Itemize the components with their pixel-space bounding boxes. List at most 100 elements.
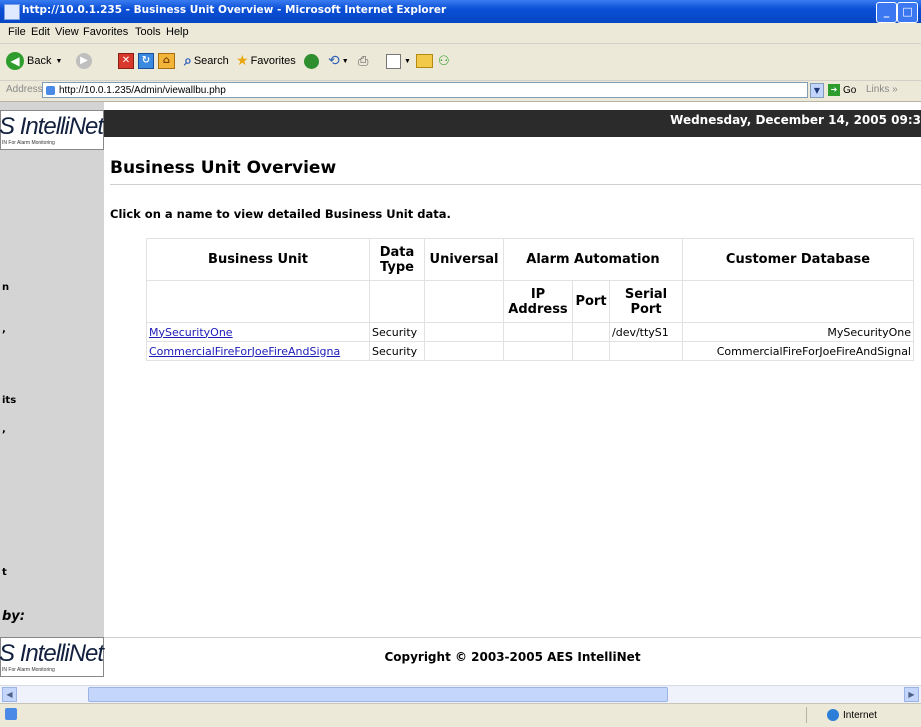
table-row: CommercialFireForJoeFireAndSigna Securit… bbox=[146, 341, 914, 361]
cell-data-type: Security bbox=[369, 341, 425, 361]
links-button[interactable]: Links » bbox=[866, 84, 898, 95]
messenger-icon: ⚇ bbox=[438, 53, 450, 69]
address-bar: Address http://10.0.1.235/Admin/viewallb… bbox=[0, 81, 921, 102]
folder-icon bbox=[416, 54, 433, 68]
links-label: Links bbox=[866, 84, 890, 95]
scroll-left-button[interactable]: ◀ bbox=[2, 687, 17, 702]
menu-bar: File Edit View Favorites Tools Help bbox=[0, 23, 921, 44]
home-icon: ⌂ bbox=[158, 53, 175, 69]
edit-icon bbox=[386, 53, 401, 69]
cell-serial-port bbox=[609, 341, 683, 361]
col-business-unit: Business Unit bbox=[146, 238, 370, 281]
cell-data-type: Security bbox=[369, 322, 425, 342]
header-date: Wednesday, December 14, 2005 09:3 bbox=[670, 113, 921, 127]
table-row: MySecurityOne Security /dev/ttyS1 MySecu… bbox=[146, 322, 914, 342]
col-customer-database: Customer Database bbox=[682, 238, 914, 281]
menu-help[interactable]: Help bbox=[166, 26, 189, 38]
nav-fragment[interactable]: n bbox=[2, 282, 9, 293]
scroll-right-button[interactable]: ▶ bbox=[904, 687, 919, 702]
page-status-icon bbox=[5, 708, 17, 720]
back-label: Back bbox=[27, 55, 52, 67]
back-button[interactable]: ◀ Back ▼ bbox=[6, 50, 62, 72]
cell-ip-address bbox=[503, 322, 573, 342]
copyright-text: Copyright © 2003-2005 AES IntelliNet bbox=[384, 650, 641, 664]
page-content bbox=[0, 102, 921, 660]
forward-button[interactable]: ▶ bbox=[76, 50, 92, 72]
menu-tools[interactable]: Tools bbox=[135, 26, 161, 38]
cell-port bbox=[572, 322, 610, 342]
nav-fragment[interactable]: its bbox=[2, 395, 16, 406]
col-alarm-automation: Alarm Automation bbox=[503, 238, 683, 281]
discuss-button[interactable] bbox=[416, 50, 433, 72]
col-universal: Universal bbox=[424, 238, 504, 281]
byline-label: by: bbox=[2, 609, 25, 624]
star-icon: ★ bbox=[236, 53, 249, 69]
page-title: Business Unit Overview bbox=[110, 158, 337, 178]
edit-button[interactable]: ▼ bbox=[386, 50, 411, 72]
security-zone: Internet bbox=[806, 707, 921, 723]
print-button[interactable]: ⎙ bbox=[358, 50, 368, 72]
logo-name: IntelliNet bbox=[19, 113, 104, 140]
col-serial-port: Serial Port bbox=[609, 280, 683, 323]
minimize-button[interactable]: _ bbox=[876, 2, 897, 23]
refresh-button[interactable]: ↻ bbox=[138, 50, 154, 72]
history-icon: ⟲ bbox=[328, 53, 340, 69]
business-unit-link[interactable]: MySecurityOne bbox=[149, 326, 233, 339]
header-cell-empty bbox=[146, 280, 370, 323]
cell-universal bbox=[424, 341, 504, 361]
logo-tagline: IN For Alarm Monitoring bbox=[2, 667, 55, 673]
address-input[interactable]: http://10.0.1.235/Admin/viewallbu.php bbox=[42, 82, 808, 98]
logo-name: IntelliNet bbox=[19, 640, 104, 667]
ie-page-icon bbox=[4, 4, 20, 20]
cell-customer-database: MySecurityOne bbox=[682, 322, 914, 342]
col-ip-address: IP Address bbox=[503, 280, 573, 323]
nav-fragment[interactable]: t bbox=[2, 567, 7, 578]
forward-arrow-icon: ▶ bbox=[76, 53, 92, 69]
address-url: http://10.0.1.235/Admin/viewallbu.php bbox=[59, 85, 226, 96]
window-titlebar[interactable]: http://10.0.1.235 - Business Unit Overvi… bbox=[0, 0, 921, 23]
cell-ip-address bbox=[503, 341, 573, 361]
menu-edit[interactable]: Edit bbox=[31, 26, 50, 38]
media-icon bbox=[304, 53, 319, 69]
history-button[interactable]: ⟲ ▼ bbox=[328, 50, 349, 72]
search-button[interactable]: ⌕ Search bbox=[184, 50, 229, 72]
header-cell-empty bbox=[424, 280, 504, 323]
media-button[interactable] bbox=[304, 50, 319, 72]
favorites-button[interactable]: ★ Favorites bbox=[236, 50, 296, 72]
logo-prefix: S bbox=[0, 640, 15, 667]
maximize-button[interactable]: □ bbox=[897, 2, 918, 23]
messenger-button[interactable]: ⚇ bbox=[438, 50, 450, 72]
col-port: Port bbox=[572, 280, 610, 323]
logo-text: S IntelliNet bbox=[0, 640, 104, 668]
header-cell-empty bbox=[369, 280, 425, 323]
go-button[interactable]: ➜ Go bbox=[828, 84, 856, 96]
menu-view[interactable]: View bbox=[55, 26, 79, 38]
page-icon bbox=[46, 86, 55, 95]
business-unit-link[interactable]: CommercialFireForJoeFireAndSigna bbox=[149, 345, 340, 358]
cell-serial-port: /dev/ttyS1 bbox=[609, 322, 683, 342]
logo-text: S IntelliNet bbox=[0, 113, 104, 141]
home-button[interactable]: ⌂ bbox=[158, 50, 175, 72]
business-unit-table: Business Unit Data Type Universal Alarm … bbox=[146, 238, 914, 361]
nav-fragment[interactable]: , bbox=[2, 324, 6, 335]
horizontal-scrollbar[interactable]: ◀ ▶ bbox=[0, 685, 921, 703]
print-icon: ⎙ bbox=[358, 53, 369, 69]
cell-business-unit: MySecurityOne bbox=[146, 322, 370, 342]
nav-fragment[interactable]: , bbox=[2, 424, 6, 435]
cell-business-unit: CommercialFireForJoeFireAndSigna bbox=[146, 341, 370, 361]
address-label: Address bbox=[6, 84, 43, 95]
status-bar: Internet bbox=[0, 703, 921, 727]
toolbar: ◀ Back ▼ ▶ ✕ ↻ ⌂ ⌕ Search ★ Favorites ⟲ … bbox=[0, 44, 921, 81]
stop-button[interactable]: ✕ bbox=[118, 50, 134, 72]
instructions-text: Click on a name to view detailed Busines… bbox=[110, 207, 451, 221]
menu-favorites[interactable]: Favorites bbox=[83, 26, 128, 38]
header-strip: Wednesday, December 14, 2005 09:3 bbox=[104, 110, 921, 137]
col-data-type: Data Type bbox=[369, 238, 425, 281]
go-label: Go bbox=[843, 84, 857, 96]
left-navigation: n , its , t bbox=[0, 102, 104, 660]
address-dropdown-button[interactable]: ▼ bbox=[810, 83, 824, 98]
footer-divider bbox=[104, 637, 921, 638]
footer-logo: S IntelliNet IN For Alarm Monitoring bbox=[0, 637, 104, 677]
menu-file[interactable]: File bbox=[8, 26, 26, 38]
scrollbar-thumb[interactable] bbox=[88, 687, 668, 702]
